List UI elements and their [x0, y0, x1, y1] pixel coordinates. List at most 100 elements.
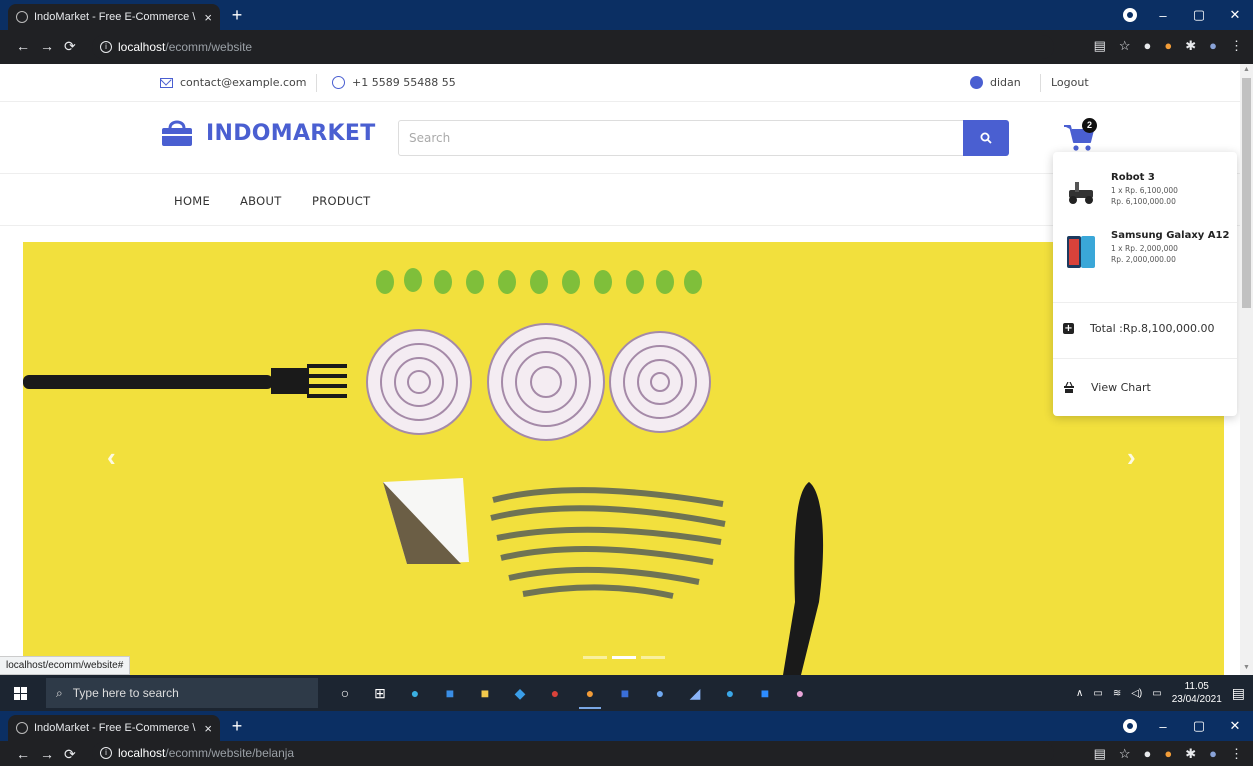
bottle-extension-icon[interactable]: ● [1164, 746, 1172, 762]
back-icon[interactable]: ← [16, 38, 30, 54]
taskbar-search-text: Type here to search [72, 686, 179, 700]
opera-extension-icon[interactable]: ● [1144, 746, 1152, 762]
extensions-puzzle-icon[interactable]: ✱ [1185, 38, 1196, 54]
website-viewport: contact@example.com +1 5589 55488 55 did… [0, 64, 1240, 675]
info-icon[interactable]: i [100, 747, 112, 759]
reload-icon[interactable]: ⟳ [64, 746, 76, 763]
cart-total: + Total :Rp.8,100,000.00 [1063, 322, 1215, 335]
divider [1053, 302, 1237, 303]
profile-icon[interactable] [1115, 711, 1145, 741]
scroll-down-icon[interactable]: ▼ [1243, 664, 1250, 671]
new-tab-button[interactable]: + [226, 715, 248, 737]
zoom-icon[interactable]: ■ [752, 679, 778, 707]
carousel-indicator[interactable] [641, 656, 665, 659]
scroll-up-icon[interactable]: ▲ [1243, 66, 1250, 73]
page-scrollbar[interactable]: ▲ ▼ [1240, 64, 1253, 675]
minimize-button[interactable]: – [1145, 711, 1181, 741]
search-icon: ⌕ [56, 685, 63, 700]
forward-icon[interactable]: → [40, 38, 54, 54]
volume-icon[interactable]: ◁) [1131, 688, 1142, 699]
cart-item-subtotal: Rp. 2,000,000.00 [1111, 255, 1176, 264]
bottle-extension-icon[interactable]: ● [1164, 38, 1172, 54]
bookmark-star-icon[interactable]: ☆ [1119, 746, 1131, 762]
windows-start-icon[interactable] [14, 687, 27, 700]
globe-icon [16, 722, 28, 734]
site-logo[interactable]: INDOMARKET [160, 118, 376, 148]
nav-product[interactable]: PRODUCT [312, 194, 370, 208]
url-host: localhost [118, 40, 166, 54]
app-red-icon[interactable]: ● [542, 679, 568, 707]
taskbar-search[interactable]: ⌕ Type here to search [46, 678, 318, 708]
hero-carousel: ‹ › [23, 242, 1224, 675]
close-tab-icon[interactable]: × [204, 10, 212, 25]
search-button[interactable] [963, 120, 1009, 156]
view-chart-link[interactable]: View Chart [1063, 381, 1151, 394]
status-bar-url: localhost/ecomm/website# [0, 656, 131, 675]
search-input[interactable] [398, 120, 964, 156]
minimize-button[interactable]: – [1145, 0, 1181, 30]
chrome-icon[interactable]: ● [577, 679, 603, 709]
contact-phone[interactable]: +1 5589 55488 55 [332, 76, 456, 89]
app-pen-icon[interactable]: ◢ [682, 679, 708, 707]
nav-about[interactable]: ABOUT [240, 194, 282, 208]
cart-button[interactable]: 2 [1062, 116, 1102, 152]
nav-home[interactable]: HOME [174, 194, 210, 208]
profile-icon[interactable] [1115, 0, 1145, 30]
cortana-icon[interactable]: ○ [332, 679, 358, 707]
maximize-button[interactable]: ▢ [1181, 0, 1217, 30]
logout-link[interactable]: Logout [1051, 76, 1089, 89]
taskbar-apps: ○ ⊞ ● ■ ■ ◆ ● ● ■ ● ◢ ● ■ ● [332, 679, 813, 709]
plus-square-icon: + [1063, 323, 1074, 334]
notification-icon[interactable]: ▤ [1232, 685, 1245, 702]
new-tab-button[interactable]: + [226, 4, 248, 26]
network-icon[interactable]: ▭ [1093, 688, 1102, 699]
opera-extension-icon[interactable]: ● [1144, 38, 1152, 54]
translate-icon[interactable]: ▤ [1094, 746, 1106, 762]
taskbar-clock[interactable]: 11.05 23/04/2021 [1172, 680, 1222, 706]
menu-kebab-icon[interactable]: ⋮ [1230, 38, 1243, 54]
translate-icon[interactable]: ▤ [1094, 38, 1106, 54]
url-path: /ecomm/website [165, 40, 253, 54]
browser-tab[interactable]: IndoMarket - Free E-Commerce \ × [8, 4, 220, 30]
contact-email[interactable]: contact@example.com [160, 76, 307, 89]
extension-icons: ▤ ☆ ● ● ✱ ● ⋮ [1094, 38, 1243, 54]
carousel-next-icon[interactable]: › [1127, 442, 1136, 473]
close-tab-icon[interactable]: × [204, 721, 212, 736]
forward-icon[interactable]: → [40, 746, 54, 762]
chevron-up-icon[interactable]: ∧ [1076, 688, 1083, 699]
info-icon[interactable]: i [100, 41, 112, 53]
app-cloud-icon[interactable]: ● [717, 679, 743, 707]
edge-icon[interactable]: ● [402, 679, 428, 707]
scroll-thumb[interactable] [1242, 78, 1251, 308]
reload-icon[interactable]: ⟳ [64, 38, 76, 55]
address-bar[interactable]: i localhost/ecomm/website [92, 35, 1054, 59]
avatar[interactable]: ● [1209, 38, 1217, 54]
email-text: contact@example.com [180, 76, 307, 89]
extensions-puzzle-icon[interactable]: ✱ [1185, 746, 1196, 762]
address-bar[interactable]: i localhost/ecomm/website/belanja [92, 742, 1054, 764]
carousel-indicator[interactable] [583, 656, 607, 659]
browser-tab[interactable]: IndoMarket - Free E-Commerce \ × [8, 715, 220, 741]
paint-icon[interactable]: ● [787, 679, 813, 707]
vscode-icon[interactable]: ◆ [507, 679, 533, 707]
word-icon[interactable]: ■ [612, 679, 638, 707]
user-account[interactable]: didan [970, 76, 1021, 89]
wifi-icon[interactable]: ≋ [1113, 688, 1121, 699]
back-icon[interactable]: ← [16, 746, 30, 762]
task-view-icon[interactable]: ⊞ [367, 679, 393, 707]
carousel-indicator-active[interactable] [612, 656, 636, 659]
avatar[interactable]: ● [1209, 746, 1217, 762]
carousel-prev-icon[interactable]: ‹ [107, 442, 116, 473]
menu-kebab-icon[interactable]: ⋮ [1230, 746, 1243, 762]
maximize-button[interactable]: ▢ [1181, 711, 1217, 741]
file-explorer-icon[interactable]: ■ [472, 679, 498, 707]
mail-icon[interactable]: ■ [437, 679, 463, 707]
bookmark-star-icon[interactable]: ☆ [1119, 38, 1131, 54]
close-window-button[interactable]: ✕ [1217, 711, 1253, 741]
tab-title: IndoMarket - Free E-Commerce \ [34, 722, 196, 734]
globe-icon [16, 11, 28, 23]
close-window-button[interactable]: ✕ [1217, 0, 1253, 30]
battery-icon[interactable]: ▭ [1152, 688, 1161, 699]
url-path: /ecomm/website/belanja [165, 746, 295, 760]
app-blue-circle-icon[interactable]: ● [647, 679, 673, 707]
